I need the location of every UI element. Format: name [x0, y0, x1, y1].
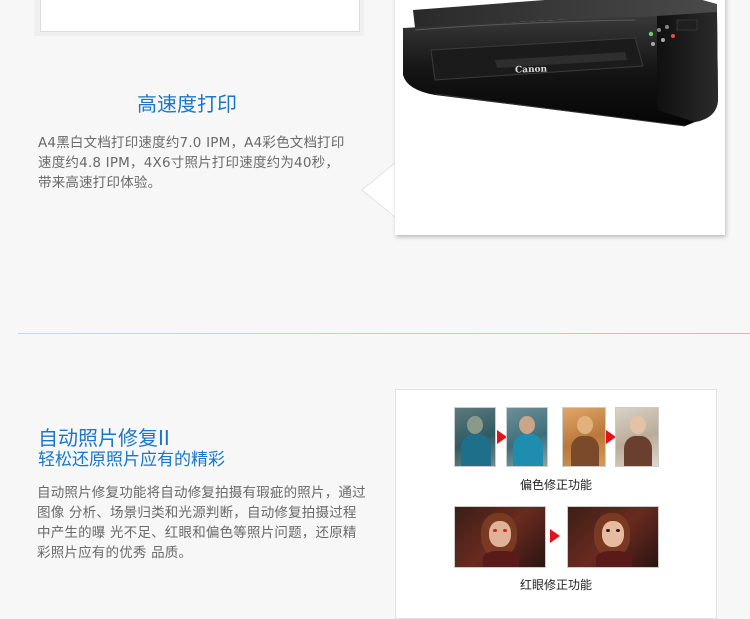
auto-photo-fix-subtitle: 轻松还原照片应有的精彩 [38, 450, 225, 470]
red-eye-before-photo [454, 506, 546, 568]
color-cast-after-photo-1 [506, 407, 548, 467]
high-speed-print-title: 高速度打印 [137, 92, 237, 116]
top-image-placeholder [40, 0, 360, 32]
auto-photo-fix-description: 自动照片修复功能将自动修复拍摄有瑕疵的照片，通过图像 分析、场景归类和光源判断，… [37, 485, 366, 561]
color-cast-caption: 偏色修正功能 [519, 478, 592, 492]
auto-photo-fix-title: 自动照片修复II [38, 426, 170, 450]
section-divider [18, 333, 750, 334]
red-eye-caption: 红眼修正功能 [519, 578, 592, 592]
callout-tail [361, 161, 397, 219]
red-eye-after-photo [567, 506, 659, 568]
red-eye-arrow [550, 529, 560, 543]
high-speed-print-description: A4黑白文档打印速度约7.0 IPM，A4彩色文档打印速度约4.8 IPM，4X… [38, 135, 345, 191]
printer-brand-label: Canon [515, 64, 548, 75]
color-cast-after-photo-2 [615, 407, 659, 467]
color-cast-before-photo-1 [454, 407, 496, 467]
top-image-frame [34, 0, 364, 36]
printer-image: Canon [403, 0, 718, 127]
photo-correction-card: 偏色修正功能 红眼修正功能 [395, 389, 717, 619]
printer-image-card: Canon [395, 0, 725, 235]
color-cast-before-photo-2 [562, 407, 606, 467]
